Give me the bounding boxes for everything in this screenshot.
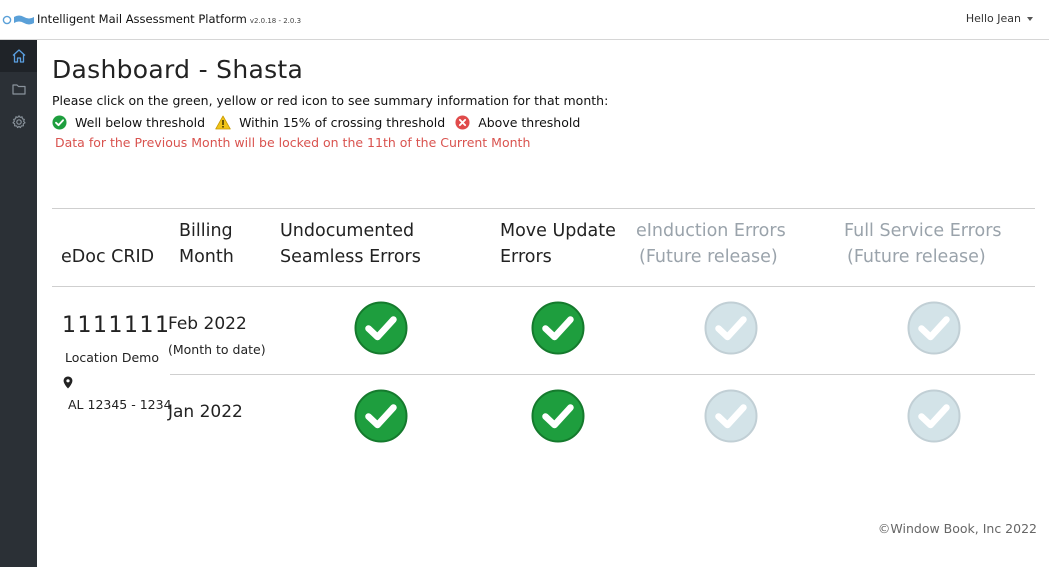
crid-value: 1111111: [62, 313, 171, 338]
row2-billing-month: Jan 2022: [168, 402, 243, 422]
legend-yellow: Within 15% of crossing threshold: [215, 115, 445, 130]
app-title: Intelligent Mail Assessment Platform v2.0…: [37, 12, 301, 26]
legend-green: Well below threshold: [52, 115, 205, 130]
header-move-update-line2: Errors: [500, 247, 552, 267]
location-address: AL 12345 - 1234: [68, 397, 172, 412]
home-icon: [12, 49, 25, 63]
table-header-rule: [52, 286, 1035, 287]
header-move-update-line1: Move Update: [500, 221, 616, 241]
row1-billing-month: Feb 2022: [168, 314, 247, 334]
row2-full-service-status-disabled-check-icon: [907, 389, 961, 443]
location-name: Location Demo: [65, 350, 159, 365]
legend-green-label: Well below threshold: [75, 114, 206, 130]
header-undocumented-line2: Seamless Errors: [280, 247, 421, 267]
legend-yellow-label: Within 15% of crossing threshold: [239, 114, 446, 130]
page-title: Dashboard - Shasta: [52, 55, 304, 84]
table-top-rule: [52, 208, 1035, 209]
legend-red: Above threshold: [455, 115, 580, 130]
header-billing-line2: Month: [179, 247, 234, 267]
status-legend: Well below threshold Within 15% of cross…: [52, 113, 590, 131]
row1-month-note: (Month to date): [168, 342, 266, 357]
main-content: Dashboard - Shasta Please click on the g…: [37, 40, 1049, 567]
header-einduction-line2: (Future release): [639, 247, 778, 267]
app-version: v2.0.18 - 2.0.3: [249, 17, 302, 25]
warning-triangle-icon: [215, 115, 231, 129]
folder-icon: [11, 84, 26, 95]
sidebar: [0, 40, 37, 567]
app-logo-icon: [2, 15, 34, 25]
legend-red-label: Above threshold: [478, 114, 581, 130]
user-greeting: Hello Jean: [965, 12, 1021, 25]
lock-notice: Data for the Previous Month will be lock…: [55, 135, 531, 150]
sidebar-item-settings[interactable]: [0, 106, 37, 138]
row-divider: [170, 374, 1035, 375]
row1-einduction-status-disabled-check-icon: [704, 301, 758, 355]
header-full-service-line1: Full Service Errors: [844, 221, 1002, 241]
gear-icon: [11, 115, 26, 129]
sidebar-item-home[interactable]: [0, 40, 37, 72]
header-crid: eDoc CRID: [61, 247, 155, 267]
sidebar-item-folder[interactable]: [0, 73, 37, 105]
footer-copyright: ©Window Book, Inc 2022: [877, 521, 1037, 536]
map-pin-icon: [63, 376, 73, 389]
header-billing-line1: Billing: [179, 221, 233, 241]
row2-move-update-status-green-check-icon[interactable]: [531, 389, 585, 443]
row1-full-service-status-disabled-check-icon: [907, 301, 961, 355]
red-x-icon: [455, 114, 470, 130]
chevron-down-icon: [1027, 17, 1033, 21]
header-einduction-line1: eInduction Errors: [636, 221, 786, 241]
user-menu-dropdown[interactable]: Hello Jean: [966, 12, 1033, 25]
header-full-service-line2: (Future release): [847, 247, 986, 267]
row1-undocumented-status-green-check-icon[interactable]: [354, 301, 408, 355]
row2-undocumented-status-green-check-icon[interactable]: [354, 389, 408, 443]
row1-move-update-status-green-check-icon[interactable]: [531, 301, 585, 355]
green-check-icon: [52, 114, 67, 130]
instructions-text: Please click on the green, yellow or red…: [52, 93, 609, 108]
app-title-text: Intelligent Mail Assessment Platform: [37, 12, 247, 26]
top-bar: Intelligent Mail Assessment Platform v2.0…: [0, 0, 1049, 40]
row2-einduction-status-disabled-check-icon: [704, 389, 758, 443]
header-undocumented-line1: Undocumented: [280, 221, 415, 241]
